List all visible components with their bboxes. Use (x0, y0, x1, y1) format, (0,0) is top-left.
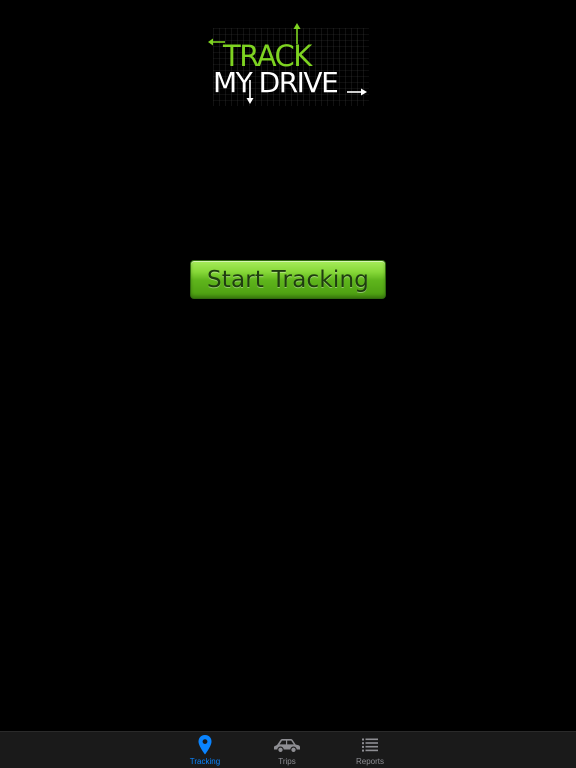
start-tracking-button[interactable]: Start Tracking (190, 260, 386, 299)
tab-tracking[interactable]: Tracking (175, 732, 235, 768)
tab-tracking-label: Tracking (189, 757, 221, 766)
car-icon (273, 735, 301, 755)
start-tracking-label: Start Tracking (206, 266, 370, 293)
tab-trips[interactable]: Trips (257, 732, 317, 768)
tab-trips-label: Trips (278, 757, 296, 766)
tab-reports[interactable]: Reports (340, 732, 400, 768)
tab-reports-label: Reports (355, 757, 384, 766)
logo-graphic: TRACK MY DRIVE (208, 23, 369, 106)
logo-mydrive-text: MY DRIVE (213, 66, 337, 99)
tab-bar: Tracking Trips Reports (0, 731, 576, 768)
track-my-drive-logo: TRACK MY DRIVE (207, 22, 371, 108)
app-screen: TRACK MY DRIVE Start Tracking Tracking T… (0, 0, 576, 768)
list-icon (362, 735, 378, 755)
location-pin-icon (198, 735, 212, 755)
